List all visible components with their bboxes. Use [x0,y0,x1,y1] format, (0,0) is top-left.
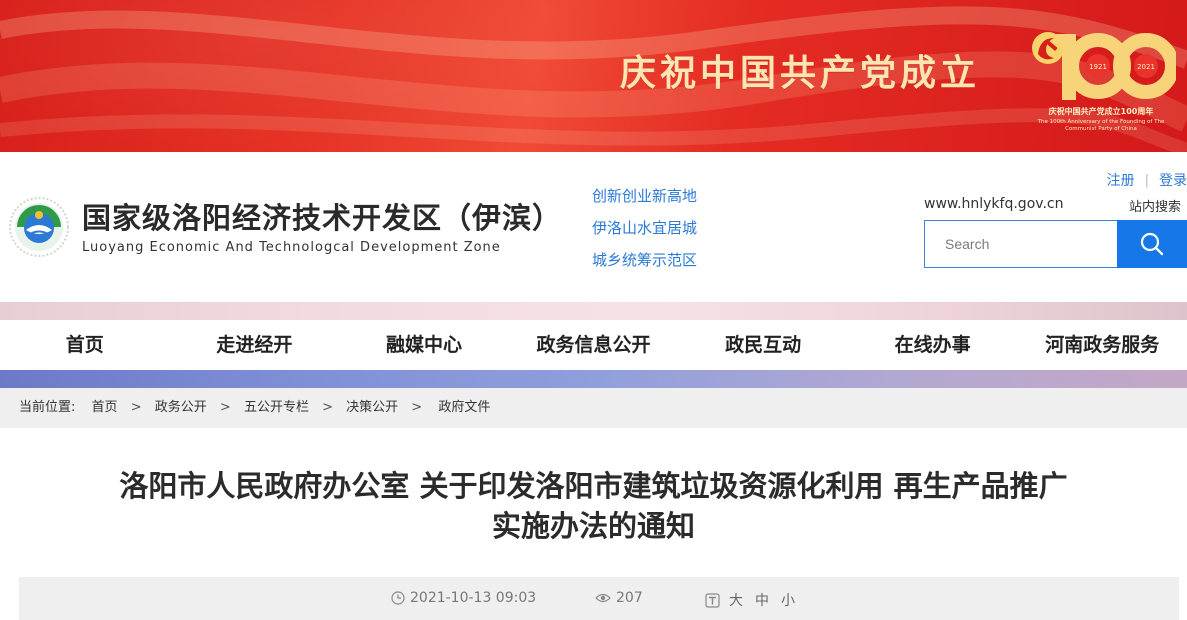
auth-links: 注册 | 登录 [1107,170,1187,190]
slogan-link-1[interactable]: 创新创业新高地 [592,186,697,218]
search-input[interactable]: Search [924,220,1117,268]
breadcrumb-item-five-open[interactable]: 五公开专栏 [244,388,309,428]
nav-decoration-top [0,302,1187,320]
login-link[interactable]: 登录 [1159,170,1187,190]
celebration-slogan: 庆祝中国共产党成立 [620,52,981,94]
nav-item-home[interactable]: 首页 [0,320,170,370]
article-title: 洛阳市人民政府办公室 关于印发洛阳市建筑垃圾资源化利用 再生产品推广 实施办法的… [40,466,1147,546]
article-title-line-1: 洛阳市人民政府办公室 关于印发洛阳市建筑垃圾资源化利用 再生产品推广 [119,469,1068,503]
nav-item-media-center[interactable]: 融媒中心 [339,320,509,370]
breadcrumb-separator: > [322,400,333,415]
nav-decoration-bottom [0,370,1187,388]
slogan-links: 创新创业新高地 伊洛山水宜居城 城乡统筹示范区 [592,186,697,282]
slogan-link-2[interactable]: 伊洛山水宜居城 [592,218,697,250]
year-1921-label: 1921 [1089,63,1107,71]
auth-separator: | [1144,172,1149,188]
breadcrumb-item-home[interactable]: 首页 [92,388,118,428]
search-icon [1140,232,1164,256]
breadcrumb-separator: > [411,400,423,415]
nav-item-henan-gov-services[interactable]: 河南政务服务 [1017,320,1187,370]
font-size-large-button[interactable]: 大 [729,590,743,610]
eye-icon [595,593,611,603]
site-title[interactable]: 国家级洛阳经济技术开发区（伊滨） [82,195,562,237]
slogan-link-3[interactable]: 城乡统筹示范区 [592,250,697,282]
breadcrumb-item-decision[interactable]: 决策公开 [346,388,398,428]
text-size-icon [705,592,720,608]
view-count: 207 [595,590,643,606]
site-domain: www.hnlykfq.gov.cn [924,196,1064,212]
site-search-label: 站内搜索 [1128,200,1181,215]
article-meta-bar: 2021-10-13 09:03 207 大 中 小 [19,577,1179,620]
nav-item-gov-info[interactable]: 政务信息公开 [509,320,679,370]
site-subtitle: Luoyang Economic And Technologcal Develo… [82,240,501,255]
clock-icon [391,591,405,605]
publish-date-text: 2021-10-13 09:03 [410,590,537,606]
article-title-line-2: 实施办法的通知 [491,509,695,543]
register-link[interactable]: 注册 [1107,170,1135,190]
breadcrumb-prefix: 当前位置: [19,400,76,415]
breadcrumb-separator: > [219,400,231,415]
main-nav: 首页 走进经开 融媒中心 政务信息公开 政民互动 在线办事 河南政务服务 [0,320,1187,370]
nav-item-about[interactable]: 走进经开 [170,320,340,370]
year-2021-label: 2021 [1137,63,1155,71]
font-size-controls: 大 中 小 [705,590,795,610]
anniversary-caption-cn: 庆祝中国共产党成立100周年 [1048,107,1154,116]
breadcrumb-item-gov-docs[interactable]: 政府文件 [438,388,490,428]
search-button[interactable] [1117,220,1187,268]
font-size-medium-button[interactable]: 中 [755,590,769,610]
breadcrumb-item-gov-affairs[interactable]: 政务公开 [155,388,207,428]
nav-item-online-services[interactable]: 在线办事 [848,320,1018,370]
anniversary-caption-en: The 100th Anniversary of the Founding of… [1037,119,1165,132]
top-banner: 庆祝中国共产党成立 1921 2021 庆祝中国共产党成立100周年 The 1… [0,0,1187,152]
publish-date: 2021-10-13 09:03 [391,590,536,606]
banner-wave-decoration [0,6,1187,152]
font-size-small-button[interactable]: 小 [781,590,795,610]
view-count-text: 207 [616,590,643,606]
site-header: 国家级洛阳经济技术开发区（伊滨） Luoyang Economic And Te… [0,152,1187,302]
zone-logo-icon[interactable] [8,196,70,258]
breadcrumb-separator: > [130,400,142,415]
nav-item-interaction[interactable]: 政民互动 [678,320,848,370]
breadcrumb: 当前位置: 首页 > 政务公开 > 五公开专栏 > 决策公开 > 政府文件 [0,388,1187,428]
